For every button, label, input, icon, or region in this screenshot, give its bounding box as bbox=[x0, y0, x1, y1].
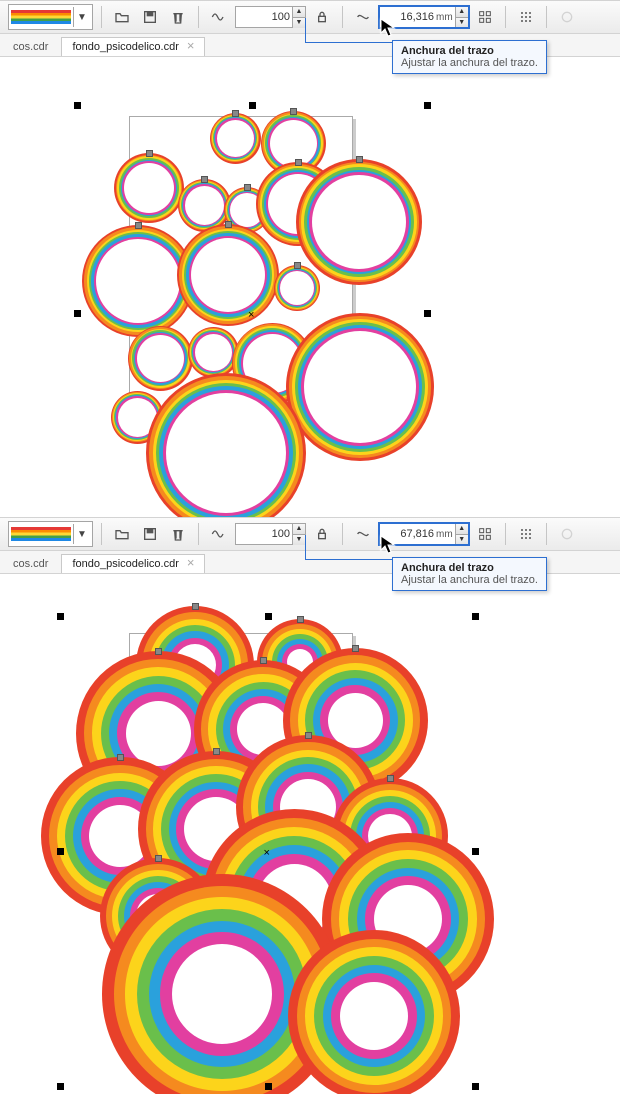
selection-handle[interactable] bbox=[57, 613, 64, 620]
open-icon[interactable] bbox=[110, 522, 134, 546]
close-icon[interactable]: × bbox=[187, 38, 195, 53]
selection-handle[interactable] bbox=[472, 848, 479, 855]
separator bbox=[505, 523, 506, 545]
node-handle[interactable] bbox=[296, 160, 301, 165]
drawing-canvas[interactable]: × bbox=[0, 574, 620, 1094]
open-icon[interactable] bbox=[110, 5, 134, 29]
spinner-down-icon[interactable]: ▼ bbox=[456, 17, 468, 28]
node-handle[interactable] bbox=[202, 177, 207, 182]
node-handle[interactable] bbox=[261, 658, 266, 663]
spinner-down-icon[interactable]: ▼ bbox=[293, 17, 305, 28]
separator bbox=[198, 6, 199, 28]
save-icon[interactable] bbox=[138, 5, 162, 29]
spinner-down-icon[interactable]: ▼ bbox=[293, 534, 305, 545]
separator bbox=[505, 6, 506, 28]
node-handle[interactable] bbox=[147, 151, 152, 156]
tooltip: Anchura del trazoAjustar la anchura del … bbox=[392, 40, 547, 74]
tab-label: cos.cdr bbox=[13, 41, 48, 53]
tab-label: fondo_psicodelico.cdr bbox=[72, 41, 178, 53]
bounds-icon[interactable] bbox=[473, 5, 497, 29]
selection-handle[interactable] bbox=[74, 310, 81, 317]
selection-handle[interactable] bbox=[265, 613, 272, 620]
cursor-icon bbox=[380, 18, 396, 41]
tooltip-title: Anchura del trazo bbox=[401, 562, 538, 574]
selection-handle[interactable] bbox=[424, 310, 431, 317]
node-handle[interactable] bbox=[298, 617, 303, 622]
selection-handle[interactable] bbox=[472, 1083, 479, 1090]
selection-center-icon[interactable]: × bbox=[248, 309, 254, 321]
spinner-up-icon[interactable]: ▲ bbox=[293, 524, 305, 534]
node-handle[interactable] bbox=[118, 755, 123, 760]
save-icon[interactable] bbox=[138, 522, 162, 546]
node-handle[interactable] bbox=[295, 263, 300, 268]
separator bbox=[101, 523, 102, 545]
spinner-up-icon[interactable]: ▲ bbox=[456, 7, 468, 17]
cursor-icon bbox=[380, 535, 396, 558]
chevron-down-icon[interactable]: ▼ bbox=[73, 7, 90, 27]
opacity-input[interactable]: 100▲▼ bbox=[235, 6, 306, 28]
selection-handle[interactable] bbox=[249, 102, 256, 109]
selection-handle[interactable] bbox=[265, 1083, 272, 1090]
wave-icon[interactable] bbox=[207, 522, 231, 546]
separator bbox=[546, 6, 547, 28]
wave-icon[interactable] bbox=[207, 5, 231, 29]
tooltip-title: Anchura del trazo bbox=[401, 45, 538, 57]
node-handle[interactable] bbox=[193, 604, 198, 609]
stroke-width-unit: mm bbox=[436, 529, 455, 540]
circle-icon bbox=[555, 5, 579, 29]
separator bbox=[198, 523, 199, 545]
node-handle[interactable] bbox=[136, 223, 141, 228]
separator bbox=[546, 523, 547, 545]
tooltip: Anchura del trazoAjustar la anchura del … bbox=[392, 557, 547, 591]
node-handle[interactable] bbox=[156, 856, 161, 861]
separator bbox=[101, 6, 102, 28]
rainbow-swatch bbox=[11, 527, 71, 541]
opacity-value[interactable]: 100 bbox=[236, 11, 292, 23]
selection-handle[interactable] bbox=[57, 848, 64, 855]
node-handle[interactable] bbox=[226, 222, 231, 227]
selection-handle[interactable] bbox=[57, 1083, 64, 1090]
rainbow-swatch bbox=[11, 10, 71, 24]
dots-icon[interactable] bbox=[514, 522, 538, 546]
document-tab-active[interactable]: fondo_psicodelico.cdr × bbox=[61, 37, 205, 56]
node-handle[interactable] bbox=[233, 111, 238, 116]
circle-icon bbox=[555, 522, 579, 546]
node-handle[interactable] bbox=[357, 157, 362, 162]
tooltip-body: Ajustar la anchura del trazo. bbox=[401, 574, 538, 586]
opacity-value[interactable]: 100 bbox=[236, 528, 292, 540]
trash-icon[interactable] bbox=[166, 5, 190, 29]
tab-label: cos.cdr bbox=[13, 558, 48, 570]
selection-handle[interactable] bbox=[74, 102, 81, 109]
dots-icon[interactable] bbox=[514, 5, 538, 29]
node-handle[interactable] bbox=[214, 749, 219, 754]
selection-handle[interactable] bbox=[424, 102, 431, 109]
opacity-input[interactable]: 100▲▼ bbox=[235, 523, 306, 545]
spinner-up-icon[interactable]: ▲ bbox=[293, 7, 305, 17]
node-handle[interactable] bbox=[306, 733, 311, 738]
close-icon[interactable]: × bbox=[187, 555, 195, 570]
spinner-down-icon[interactable]: ▼ bbox=[456, 534, 468, 545]
stroke-color-picker[interactable]: ▼ bbox=[8, 521, 93, 547]
spinner-up-icon[interactable]: ▲ bbox=[456, 524, 468, 534]
document-tab-active[interactable]: fondo_psicodelico.cdr × bbox=[61, 554, 205, 573]
stroke-color-picker[interactable]: ▼ bbox=[8, 4, 93, 30]
bounds-icon[interactable] bbox=[473, 522, 497, 546]
node-handle[interactable] bbox=[291, 109, 296, 114]
document-tab[interactable]: cos.cdr bbox=[2, 37, 59, 56]
tooltip-body: Ajustar la anchura del trazo. bbox=[401, 57, 538, 69]
node-handle[interactable] bbox=[353, 646, 358, 651]
drawing-canvas[interactable]: × bbox=[0, 57, 620, 517]
node-handle[interactable] bbox=[156, 649, 161, 654]
document-tab[interactable]: cos.cdr bbox=[2, 554, 59, 573]
stroke-width-unit: mm bbox=[436, 12, 455, 23]
selection-handle[interactable] bbox=[472, 613, 479, 620]
node-handle[interactable] bbox=[245, 185, 250, 190]
tab-label: fondo_psicodelico.cdr bbox=[72, 558, 178, 570]
node-handle[interactable] bbox=[388, 776, 393, 781]
selection-center-icon[interactable]: × bbox=[264, 847, 270, 859]
trash-icon[interactable] bbox=[166, 522, 190, 546]
chevron-down-icon[interactable]: ▼ bbox=[73, 524, 90, 544]
